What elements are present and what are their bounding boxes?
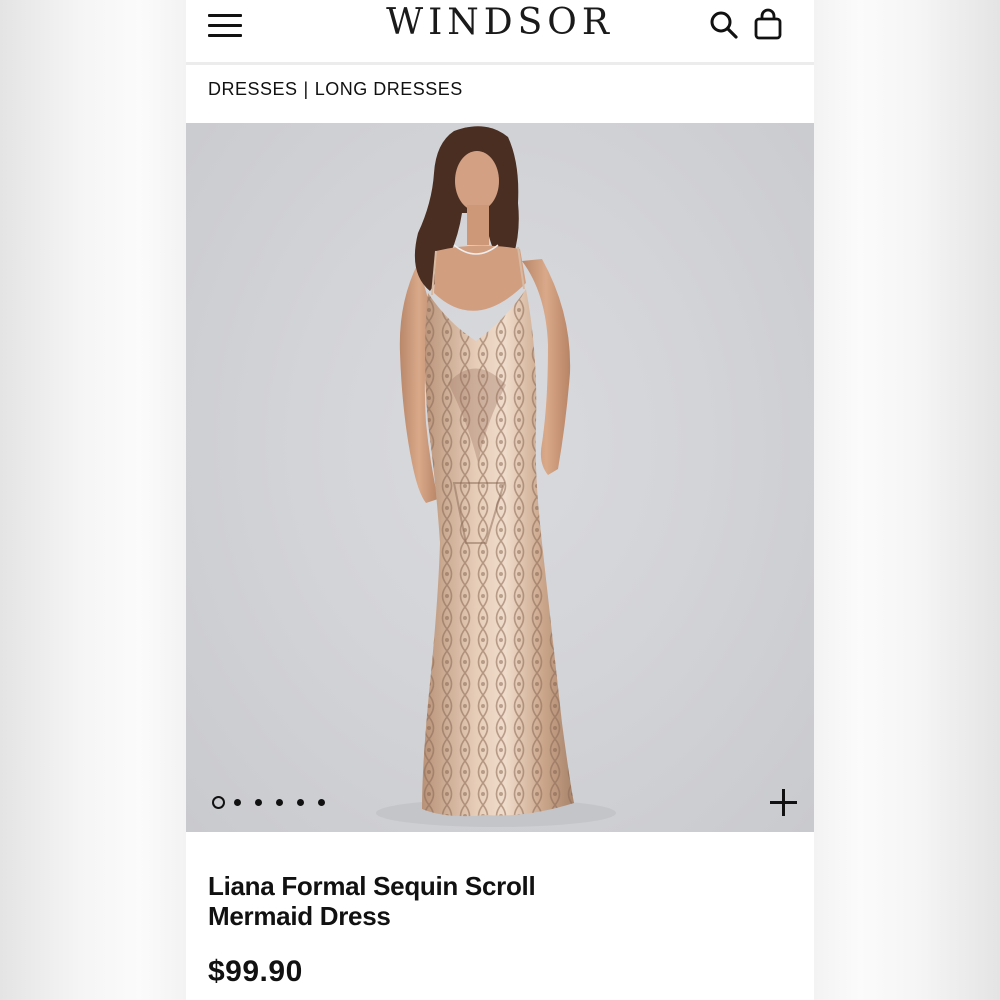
gallery-dot-3[interactable]	[255, 799, 262, 806]
shopping-bag-icon[interactable]	[751, 6, 785, 44]
gallery-dot-5[interactable]	[297, 799, 304, 806]
breadcrumb-long-dresses[interactable]: LONG DRESSES	[315, 79, 463, 99]
plus-icon[interactable]	[769, 788, 799, 818]
mobile-page: WINDSOR DRESSES | LONG DRESSES Liana For…	[186, 0, 814, 1000]
breadcrumb-dresses[interactable]: DRESSES	[208, 79, 298, 99]
breadcrumb-separator: |	[303, 79, 309, 99]
search-icon[interactable]	[708, 6, 742, 44]
gallery-dot-4[interactable]	[276, 799, 283, 806]
product-title: Liana Formal Sequin Scroll Mermaid Dress	[208, 871, 536, 931]
gallery-dot-6[interactable]	[318, 799, 325, 806]
site-header: WINDSOR	[186, 0, 814, 65]
gallery-dot-1[interactable]	[212, 796, 225, 809]
breadcrumb: DRESSES | LONG DRESSES	[208, 79, 463, 100]
product-image-gallery[interactable]	[186, 123, 814, 832]
gallery-dot-2[interactable]	[234, 799, 241, 806]
product-price: $99.90	[208, 955, 303, 988]
product-photo	[376, 126, 616, 827]
